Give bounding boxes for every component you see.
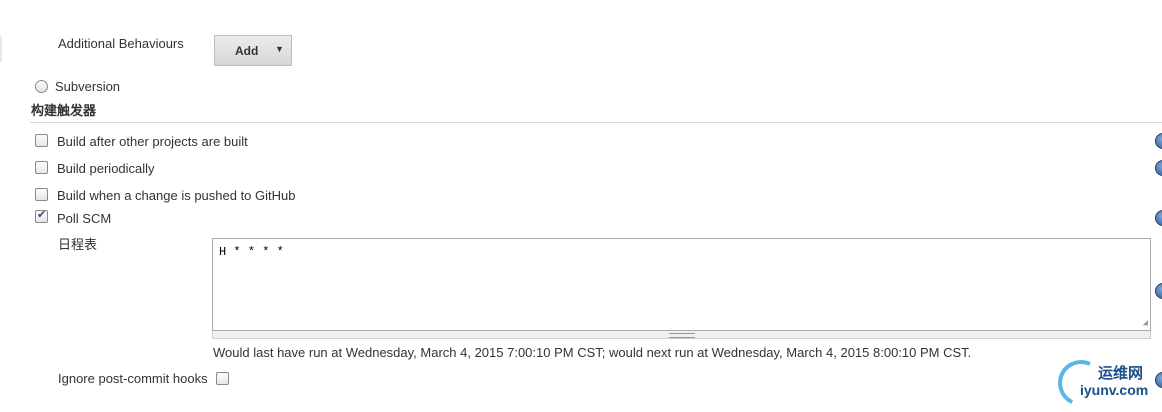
watermark-name-cn: 运维网 xyxy=(1098,365,1144,382)
schedule-value: H * * * * xyxy=(219,245,284,259)
help-icon[interactable] xyxy=(1155,210,1162,226)
poll-scm-label: Poll SCM xyxy=(57,211,112,226)
grip-lines-icon xyxy=(669,333,695,338)
subversion-radio[interactable] xyxy=(35,80,48,93)
subversion-label: Subversion xyxy=(55,79,121,94)
schedule-label: 日程表 xyxy=(58,237,98,252)
additional-behaviours-label: Additional Behaviours xyxy=(58,36,184,51)
schedule-run-message: Would last have run at Wednesday, March … xyxy=(213,345,972,360)
add-button-label: Add xyxy=(235,44,259,58)
build-periodically-checkbox[interactable] xyxy=(35,161,48,174)
help-icon[interactable] xyxy=(1155,372,1162,388)
textarea-expand-grip[interactable] xyxy=(212,331,1151,339)
left-edge-marker xyxy=(0,36,2,62)
poll-scm-checkbox[interactable] xyxy=(35,208,48,223)
section-divider xyxy=(30,122,1162,123)
help-icon[interactable] xyxy=(1155,160,1162,176)
build-after-other-projects-checkbox[interactable] xyxy=(35,134,48,147)
ignore-post-commit-hooks-checkbox[interactable] xyxy=(216,372,229,385)
help-icon[interactable] xyxy=(1155,283,1162,299)
build-periodically-label: Build periodically xyxy=(57,161,155,176)
help-icon[interactable] xyxy=(1155,133,1162,149)
github-push-label: Build when a change is pushed to GitHub xyxy=(57,188,296,203)
watermark-name-en: iyunv.com xyxy=(1080,382,1149,398)
ignore-post-commit-hooks-label: Ignore post-commit hooks xyxy=(58,371,208,386)
github-push-checkbox[interactable] xyxy=(35,188,48,201)
resize-handle-icon[interactable]: ◢ xyxy=(1143,318,1148,328)
schedule-textarea[interactable]: H * * * * ◢ xyxy=(212,238,1151,331)
dropdown-caret-icon: ▼ xyxy=(275,44,284,54)
build-after-other-projects-label: Build after other projects are built xyxy=(57,134,248,149)
build-triggers-section-title: 构建触发器 xyxy=(31,103,97,118)
add-behaviour-button[interactable]: Add ▼ xyxy=(214,35,292,66)
